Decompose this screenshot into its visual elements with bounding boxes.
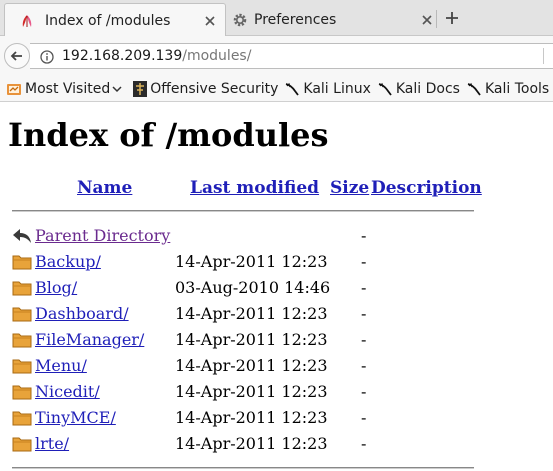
size-cell: - [361,434,367,453]
close-tab-icon[interactable] [420,13,434,27]
divider [12,210,474,212]
size-cell: - [361,304,367,323]
gear-icon [232,12,248,28]
bookmark-label: Most Visited [25,80,111,97]
bookmark-kali-docs[interactable]: Kali Docs [377,81,460,97]
table-row-parent: Parent Directory - [0,223,553,249]
table-row: Menu/14-Apr-2011 12:23 - [0,353,553,379]
tab-strip: Index of /modules Preferences [0,0,553,37]
kali-dragon-icon [286,82,300,96]
divider [12,467,474,469]
bookmarks-toolbar: Most Visited Offensive Security Kali Lin… [0,76,553,102]
directory-link[interactable]: lrte/ [35,434,69,453]
last-modified-cell: 14-Apr-2011 12:23 [175,252,328,271]
table-row: Nicedit/14-Apr-2011 12:23 - [0,379,553,405]
size-cell: - [361,278,367,297]
address-bar[interactable]: 192.168.209.139/modules/ [30,43,553,69]
last-modified-cell: 14-Apr-2011 12:23 [175,356,328,375]
table-row: lrte/14-Apr-2011 12:23 - [0,431,553,457]
back-button[interactable] [4,43,30,69]
bookmark-label: Kali Linux [303,80,371,97]
directory-link[interactable]: Backup/ [35,252,101,271]
last-modified-cell: 14-Apr-2011 12:23 [175,330,328,349]
plus-icon [446,12,458,24]
bookmark-label: Kali Tools [484,80,550,97]
most-visited-icon [7,83,21,95]
parent-directory-link[interactable]: Parent Directory [35,226,170,245]
directory-link[interactable]: Menu/ [35,356,87,375]
directory-link[interactable]: Blog/ [35,278,77,297]
folder-icon [12,435,32,453]
new-tab-button[interactable] [442,8,462,28]
size-cell: - [361,408,367,427]
bookmark-most-visited[interactable]: Most Visited [6,81,125,97]
folder-icon [12,331,32,349]
navigation-bar: 192.168.209.139/modules/ [0,36,553,76]
tab-separator [436,10,437,28]
back-arrow-icon [10,51,22,61]
folder-icon [12,383,32,401]
size-cell: - [361,226,367,245]
size-cell: - [361,382,367,401]
page-content: Index of /modules Name Last modified Siz… [0,103,553,471]
last-modified-cell: 14-Apr-2011 12:23 [175,382,328,401]
chevron-down-icon [112,85,122,92]
column-header-last-modified[interactable]: Last modified [190,178,319,198]
table-row: TinyMCE/14-Apr-2011 12:23 - [0,405,553,431]
bookmark-kali-linux[interactable]: Kali Linux [284,80,371,97]
bookmark-kali-tools[interactable]: Kali Tools [466,81,549,97]
folder-icon [12,409,32,427]
column-header-name[interactable]: Name [77,178,132,198]
bookmark-label: Offensive Security [150,80,279,97]
tab-title: Preferences [254,11,337,28]
table-row: Blog/03-Aug-2010 14:46 - [0,275,553,301]
folder-icon [12,357,32,375]
column-header-description[interactable]: Description [371,178,482,198]
kali-dragon-icon [378,82,392,96]
tab-preferences[interactable]: Preferences [228,3,434,36]
folder-icon [12,279,32,297]
folder-icon [12,253,32,271]
url-text[interactable]: 192.168.209.139/modules/ [62,48,251,64]
directory-link[interactable]: Nicedit/ [35,382,100,401]
tab-index-of-modules[interactable]: Index of /modules [4,3,226,37]
back-arrow-icon [12,227,32,245]
directory-link[interactable]: FileManager/ [35,330,144,349]
column-header-size[interactable]: Size [330,178,369,198]
tab-title: Index of /modules [45,12,171,29]
info-icon[interactable] [40,49,54,64]
size-cell: - [361,330,367,349]
table-row: Backup/14-Apr-2011 12:23 - [0,249,553,275]
bookmark-offensive-security[interactable]: Offensive Security [133,80,279,97]
close-tab-icon[interactable] [203,14,217,28]
kali-dragon-icon [467,82,481,96]
offsec-icon [133,80,148,97]
folder-icon [12,305,32,323]
directory-link[interactable]: Dashboard/ [35,304,129,323]
size-cell: - [361,252,367,271]
last-modified-cell: 14-Apr-2011 12:23 [175,434,328,453]
table-row: FileManager/14-Apr-2011 12:23 - [0,327,553,353]
toolbar-separator [543,48,544,64]
directory-link[interactable]: TinyMCE/ [35,408,116,427]
url-host: 192.168.209.139 [62,48,183,64]
apache-feather-icon [19,13,35,29]
bookmark-label: Kali Docs [395,80,460,97]
url-path: /modules/ [182,48,252,64]
last-modified-cell: 03-Aug-2010 14:46 [175,278,331,297]
last-modified-cell: 14-Apr-2011 12:23 [175,408,328,427]
page-title: Index of /modules [8,116,329,154]
last-modified-cell: 14-Apr-2011 12:23 [175,304,328,323]
table-row: Dashboard/14-Apr-2011 12:23 - [0,301,553,327]
size-cell: - [361,356,367,375]
